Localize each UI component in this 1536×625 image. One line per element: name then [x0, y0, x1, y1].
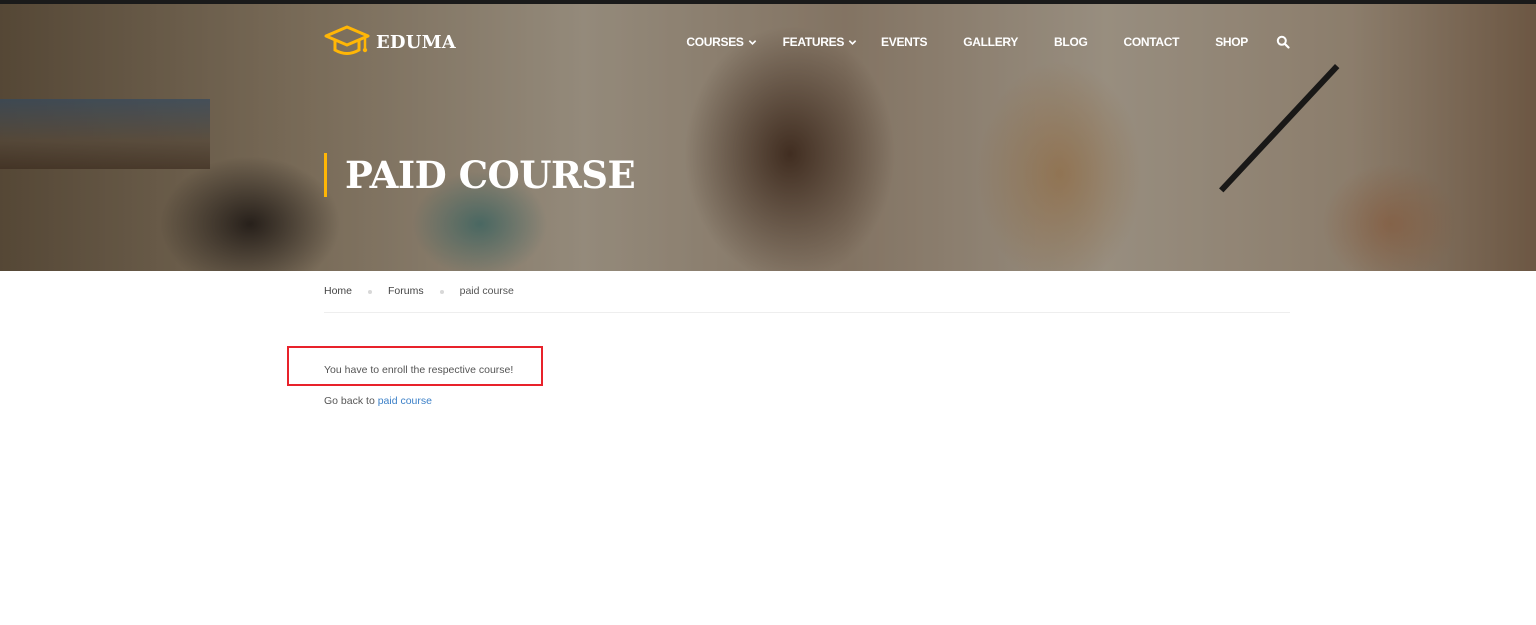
breadcrumb-home[interactable]: Home	[324, 284, 352, 298]
main-nav: COURSES FEATURES EVENTS GALLERY BLOG CON…	[686, 22, 1290, 62]
graduation-cap-icon	[324, 24, 370, 60]
page-title: PAID COURSE	[345, 153, 636, 197]
nav-item-label: CONTACT	[1123, 35, 1180, 49]
go-back-link[interactable]: paid course	[378, 395, 432, 407]
go-back-prefix: Go back to	[324, 395, 378, 407]
nav-item-events[interactable]: EVENTS	[881, 35, 928, 49]
breadcrumb: Home Forums paid course	[324, 284, 1290, 313]
breadcrumb-separator	[439, 290, 444, 294]
page-title-block: PAID COURSE	[324, 153, 636, 197]
site-header: EDUMA COURSES FEATURES EVENTS GALLERY BL…	[324, 22, 1290, 62]
nav-item-shop[interactable]: SHOP	[1215, 35, 1248, 49]
nav-item-label: EVENTS	[881, 35, 928, 49]
chevron-down-icon	[848, 39, 857, 45]
site-logo[interactable]: EDUMA	[324, 22, 456, 62]
search-icon[interactable]	[1276, 35, 1290, 49]
breadcrumb-current: paid course	[459, 285, 514, 297]
go-back-line: Go back to paid course	[324, 394, 432, 408]
breadcrumb-forums[interactable]: Forums	[388, 284, 424, 298]
nav-item-contact[interactable]: CONTACT	[1124, 35, 1180, 49]
nav-item-blog[interactable]: BLOG	[1054, 35, 1088, 49]
nav-item-gallery[interactable]: GALLERY	[963, 35, 1018, 49]
nav-item-courses[interactable]: COURSES	[686, 35, 756, 49]
nav-item-features[interactable]: FEATURES	[783, 35, 857, 49]
nav-item-label: BLOG	[1054, 35, 1088, 49]
nav-item-label: SHOP	[1215, 35, 1248, 49]
nav-item-label: GALLERY	[963, 35, 1019, 49]
logo-text: EDUMA	[376, 31, 456, 53]
nav-item-label: FEATURES	[782, 35, 845, 49]
enroll-notice: You have to enroll the respective course…	[324, 364, 514, 376]
nav-item-label: COURSES	[686, 35, 744, 49]
chevron-down-icon	[748, 39, 756, 45]
breadcrumb-separator	[368, 290, 373, 294]
